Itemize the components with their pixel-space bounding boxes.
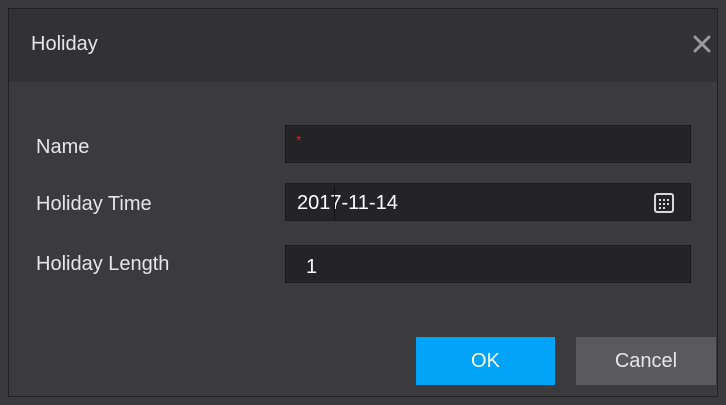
holiday-length-input[interactable]: 1 (285, 245, 691, 283)
dialog-body: Name * Holiday Time 2017-11-14 Holiday L… (9, 82, 717, 396)
dialog-titlebar: Holiday (9, 9, 717, 82)
holiday-dialog: Holiday Name * Holiday Time 2017-11-14 H… (8, 8, 718, 397)
name-label: Name (36, 136, 90, 158)
dialog-title: Holiday (31, 33, 98, 55)
holiday-length-label: Holiday Length (36, 253, 170, 275)
holiday-time-input[interactable]: 2017-11-14 (285, 183, 691, 221)
ok-button[interactable]: OK (416, 337, 555, 385)
holiday-time-label: Holiday Time (36, 193, 152, 215)
close-icon[interactable] (689, 31, 715, 57)
calendar-icon[interactable] (654, 193, 674, 213)
holiday-length-value: 1 (306, 256, 318, 278)
required-marker: * (296, 132, 302, 148)
holiday-time-value: 2017-11-14 (297, 192, 398, 214)
text-caret (334, 186, 335, 220)
name-input[interactable]: * (285, 125, 691, 163)
cancel-button[interactable]: Cancel (576, 337, 716, 385)
